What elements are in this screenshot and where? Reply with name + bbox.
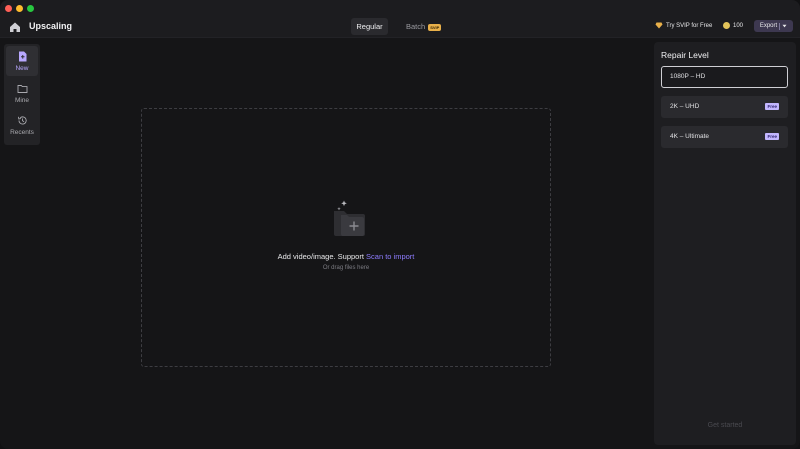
- maximize-window-button[interactable]: [27, 5, 34, 12]
- repair-option-4k[interactable]: 4K – Ultimate Free: [661, 126, 788, 148]
- repair-option-label: 4K – Ultimate: [670, 133, 710, 140]
- export-button[interactable]: Export: [754, 20, 793, 32]
- panel-title: Repair Level: [661, 50, 709, 60]
- home-icon[interactable]: [9, 20, 21, 32]
- minimize-window-button[interactable]: [16, 5, 23, 12]
- tab-batch-label: Batch: [406, 22, 426, 31]
- chevron-down-icon[interactable]: [782, 24, 787, 28]
- tab-batch[interactable]: Batch SVIP: [406, 18, 442, 35]
- scan-to-import-link[interactable]: Scan to import: [366, 252, 414, 261]
- drop-instructions: Add video/image. Support Scan to import: [142, 252, 550, 261]
- new-file-icon: [18, 51, 26, 62]
- sidebar-item-label: Mine: [14, 97, 30, 104]
- repair-option-label: 2K – UHD: [670, 103, 700, 110]
- file-drop-zone[interactable]: Add video/image. Support Scan to import …: [141, 108, 551, 367]
- export-divider: [779, 22, 781, 30]
- folder-icon: [17, 85, 27, 93]
- svip-badge: SVIP: [428, 23, 442, 31]
- coin-icon: [723, 22, 730, 29]
- window-controls: [5, 5, 34, 12]
- sidebar-item-new[interactable]: New: [6, 46, 38, 76]
- app-window: Upscaling Regular Batch SVIP Try SVIP for…: [0, 0, 800, 449]
- try-svip-label: Try SVIP for Free: [666, 22, 713, 29]
- repair-level-panel: Repair Level 1080P – HD 2K – UHD Free 4K…: [654, 42, 796, 445]
- sidebar-item-mine[interactable]: Mine: [6, 78, 38, 108]
- try-svip-button[interactable]: Try SVIP for Free: [655, 22, 712, 29]
- sidebar-item-label: New: [15, 65, 29, 72]
- drop-main-text: Add video/image. Support: [277, 252, 367, 261]
- coin-count: 100: [733, 22, 744, 29]
- free-badge: Free: [765, 133, 779, 140]
- tab-regular-label: Regular: [356, 22, 383, 31]
- get-started-button[interactable]: Get started: [654, 422, 796, 429]
- close-window-button[interactable]: [5, 5, 12, 12]
- coin-balance: 100: [723, 22, 743, 29]
- history-icon: [17, 116, 27, 125]
- sidebar-item-label: Recents: [10, 129, 34, 136]
- sidebar-item-recents[interactable]: Recents: [6, 110, 38, 140]
- repair-option-2k[interactable]: 2K – UHD Free: [661, 96, 788, 118]
- drop-hint: Or drag files here: [322, 265, 370, 271]
- repair-option-1080p[interactable]: 1080P – HD: [661, 66, 788, 88]
- left-sidebar: New Mine Recents: [4, 44, 40, 145]
- export-label: Export: [759, 23, 778, 29]
- add-file-icon: [334, 200, 365, 236]
- app-title: Upscaling: [29, 21, 73, 31]
- repair-option-label: 1080P – HD: [670, 73, 706, 80]
- tab-regular[interactable]: Regular: [351, 18, 388, 35]
- title-bar: Upscaling Regular Batch SVIP Try SVIP for…: [0, 0, 800, 38]
- diamond-icon: [655, 22, 663, 29]
- free-badge: Free: [765, 103, 779, 110]
